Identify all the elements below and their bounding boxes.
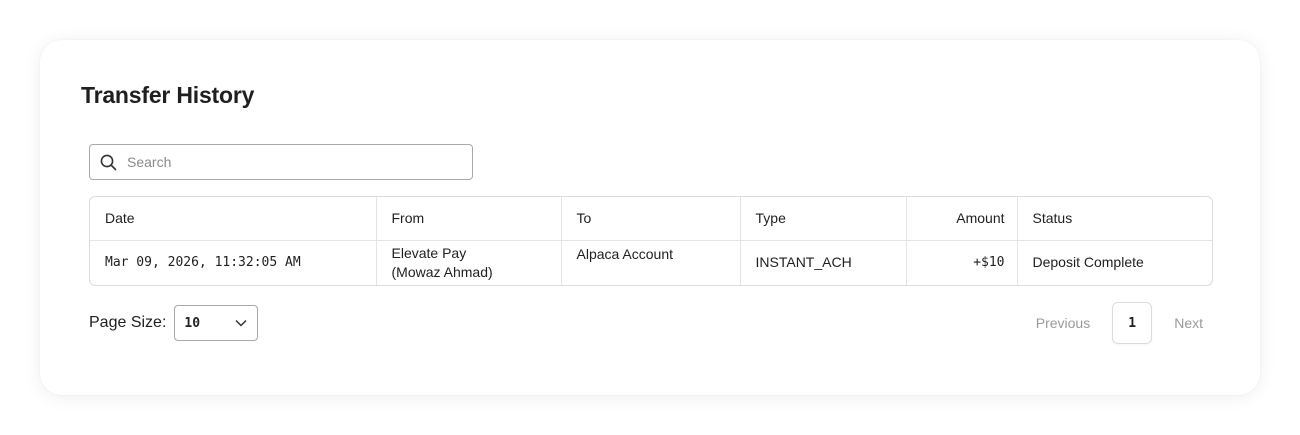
search-box[interactable] <box>89 144 473 180</box>
next-page-button[interactable]: Next <box>1164 315 1213 331</box>
transfer-table: Date From To Type Amount Status Mar 09, … <box>89 196 1213 286</box>
column-header-type[interactable]: Type <box>740 197 907 241</box>
table-header-row: Date From To Type Amount Status <box>90 197 1212 241</box>
cell-type: INSTANT_ACH <box>740 240 907 285</box>
cell-from: Elevate Pay (Mowaz Ahmad) <box>376 240 562 285</box>
column-header-from[interactable]: From <box>376 197 562 241</box>
page-size-label: Page Size: <box>89 314 167 331</box>
page-size-value: 10 <box>184 315 201 331</box>
cell-date: Mar 09, 2026, 11:32:05 AM <box>90 240 377 285</box>
page-number-button[interactable]: 1 <box>1112 302 1153 344</box>
transfer-history-card: Transfer History Date From To T <box>40 40 1260 395</box>
page-size-select[interactable]: 10 <box>174 305 259 341</box>
previous-page-button[interactable]: Previous <box>1026 315 1100 331</box>
pagination: Previous 1 Next <box>1026 302 1213 344</box>
page-title: Transfer History <box>81 82 255 108</box>
table-row[interactable]: Mar 09, 2026, 11:32:05 AM Elevate Pay (M… <box>90 240 1212 285</box>
cell-from-owner: (Mowaz Ahmad) <box>391 263 493 280</box>
page-size-control: Page Size: 10 <box>89 305 259 341</box>
cell-status: Deposit Complete <box>1032 254 1144 271</box>
column-header-date[interactable]: Date <box>90 197 377 241</box>
column-header-amount[interactable]: Amount <box>906 197 1018 241</box>
chevron-down-icon <box>235 319 247 327</box>
cell-amount: +$10 <box>906 240 1018 285</box>
search-icon <box>100 154 117 170</box>
column-header-to[interactable]: To <box>561 197 741 241</box>
cell-from-name: Elevate Pay <box>391 244 467 261</box>
column-header-status[interactable]: Status <box>1017 197 1212 241</box>
search-input[interactable] <box>127 154 457 170</box>
cell-to: Alpaca Account <box>561 240 741 285</box>
